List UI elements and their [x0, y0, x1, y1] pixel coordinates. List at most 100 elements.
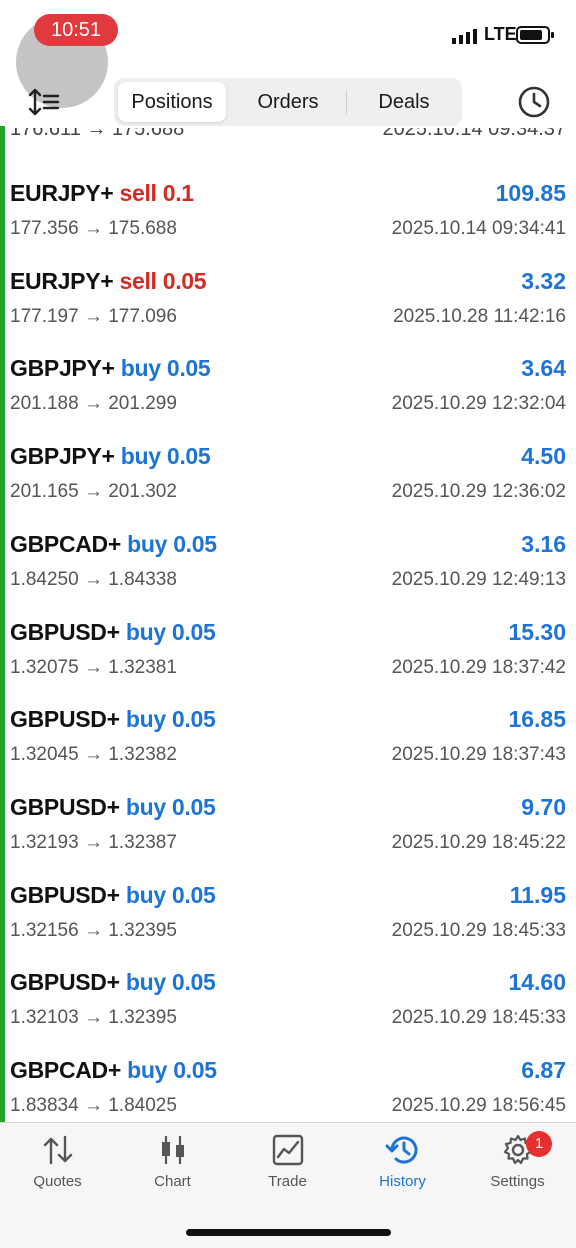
- trade-prices: 1.32193 → 1.32387: [10, 831, 177, 853]
- symbol-name: GBPJPY+: [10, 355, 115, 382]
- trade-datetime: 2025.10.29 12:32:04: [391, 393, 566, 415]
- trade-prices: 201.165 → 201.302: [10, 481, 177, 503]
- trade-profit: 4.50: [521, 443, 566, 470]
- trade-profit: 109.85: [495, 180, 566, 206]
- trade-profit: 3.16: [521, 530, 566, 557]
- tab-quotes[interactable]: Quotes: [0, 1133, 115, 1203]
- table-row[interactable]: GBPUSD+ buy 0.05 16.85 1.32045 → 1.32382 20…: [0, 690, 576, 778]
- table-row[interactable]: GBPUSD+ buy 0.05 11.95 1.32156 → 1.32395 20…: [0, 866, 576, 954]
- symbol-name: GBPCAD+: [10, 1057, 122, 1083]
- trade-side-volume: buy 0.05: [125, 793, 216, 820]
- trade-side-volume: buy 0.05: [125, 881, 216, 908]
- trade-symbol: GBPCAD+ buy 0.05: [10, 531, 217, 558]
- trade-symbol: GBPCAD+ buy 0.05: [10, 1057, 217, 1084]
- tab-history[interactable]: History: [345, 1133, 460, 1203]
- trade-side-volume: buy 0.05: [120, 443, 211, 470]
- chart-icon: [161, 1136, 184, 1164]
- table-row[interactable]: GBPUSD+ buy 0.05 15.30 1.32075 → 1.32381 20…: [0, 603, 576, 691]
- trade-symbol: EURJPY+ sell 0.05: [10, 267, 207, 295]
- signal-icon: [452, 28, 477, 44]
- table-row[interactable]: EURJPY+ sell 0.05 3.32 177.197 → 177.096 20…: [0, 252, 576, 340]
- segment-divider: [346, 90, 347, 114]
- trade-prices: 1.32045 → 1.32382: [10, 744, 177, 766]
- trade-symbol: GBPUSD+ buy 0.05: [10, 969, 216, 996]
- symbol-name: GBPUSD+: [10, 618, 120, 645]
- tab-trade[interactable]: Trade: [230, 1133, 345, 1203]
- trade-symbol: GBPUSD+ buy 0.05: [10, 618, 216, 646]
- trade-side-volume: buy 0.05: [120, 355, 211, 382]
- trade-symbol: GBPUSD+ buy 0.05: [10, 793, 216, 821]
- symbol-name: GBPCAD+: [10, 530, 122, 557]
- trade-side-volume: buy 0.05: [127, 530, 217, 557]
- table-row[interactable]: EURJPY+ sell 0.1 109.85 177.356 → 175.688 2…: [0, 164, 576, 252]
- trade-symbol: GBPUSD+ buy 0.05: [10, 881, 216, 909]
- trade-profit: 14.60: [508, 969, 566, 996]
- history-mode-segmented-control: Positions Orders Deals: [114, 78, 462, 126]
- tab-label-history: History: [379, 1173, 426, 1190]
- table-row[interactable]: GBPUSD+ buy 0.05 9.70 1.32193 → 1.32387 202…: [0, 778, 576, 866]
- trade-datetime: 2025.10.29 12:36:02: [391, 481, 566, 503]
- trade-side-volume: sell 0.1: [119, 180, 194, 206]
- battery-icon: [516, 26, 554, 44]
- trade-prices: 1.32103 → 1.32395: [10, 1007, 177, 1029]
- trade-symbol: EURJPY+ sell 0.1: [10, 180, 194, 207]
- table-row[interactable]: GBPJPY+ buy 0.05 4.50 201.165 → 201.302 202…: [0, 427, 576, 515]
- symbol-name: GBPUSD+: [10, 969, 120, 996]
- tab-settings[interactable]: Settings 1: [460, 1131, 575, 1203]
- trade-side-volume: sell 0.05: [119, 267, 207, 294]
- symbol-name: GBPUSD+: [10, 881, 120, 908]
- trade-prices: 1.32156 → 1.32395: [10, 919, 177, 941]
- open-position-indicator: [0, 126, 5, 1122]
- trade-side-volume: buy 0.05: [127, 1057, 217, 1083]
- table-row-partial[interactable]: 176.611 → 175.688 2025.10.14 09:34:37: [0, 128, 576, 150]
- trade-icon: [272, 1134, 303, 1166]
- trade-side-volume: buy 0.05: [125, 706, 216, 733]
- trade-datetime: 2025.10.28 11:42:16: [393, 305, 566, 327]
- trade-profit: 3.32: [521, 267, 566, 294]
- trade-profit: 15.30: [508, 618, 566, 645]
- trade-datetime: 2025.10.29 18:45:22: [391, 831, 566, 853]
- segment-deals[interactable]: Deals: [350, 82, 458, 122]
- table-row[interactable]: GBPCAD+ buy 0.05 3.16 1.84250 → 1.84338 202…: [0, 515, 576, 603]
- trade-symbol: GBPJPY+ buy 0.05: [10, 355, 211, 382]
- trade-prices: 1.32075 → 1.32381: [10, 656, 177, 678]
- trade-profit: 9.70: [521, 793, 566, 820]
- trade-side-volume: buy 0.05: [125, 969, 216, 996]
- segment-positions[interactable]: Positions: [118, 82, 226, 122]
- trade-datetime: 2025.10.29 18:45:33: [391, 919, 566, 941]
- quotes-icon: [43, 1135, 72, 1165]
- tab-label-settings: Settings: [490, 1173, 545, 1190]
- trade-prices: 1.83834 → 1.84025: [10, 1095, 177, 1116]
- symbol-name: GBPUSD+: [10, 706, 120, 733]
- symbol-name: EURJPY+: [10, 267, 114, 294]
- history-icon: [385, 1136, 417, 1164]
- trade-datetime: 2025.10.29 18:37:43: [391, 744, 566, 766]
- trade-prices: 201.188 → 201.299: [10, 393, 177, 415]
- trade-datetime: 2025.10.29 18:45:33: [391, 1007, 566, 1029]
- tab-label-trade: Trade: [268, 1173, 307, 1190]
- table-row[interactable]: GBPJPY+ buy 0.05 3.64 201.188 → 201.299 202…: [0, 339, 576, 427]
- trade-profit: 6.87: [521, 1057, 566, 1083]
- sort-icon[interactable]: [28, 86, 60, 118]
- notification-badge: 1: [526, 1131, 552, 1157]
- trade-datetime: 2025.10.29 12:49:13: [391, 568, 566, 590]
- trade-profit: 16.85: [508, 706, 566, 733]
- clock-icon[interactable]: [516, 84, 552, 120]
- trade-datetime: 2025.10.29 18:56:45: [391, 1095, 566, 1116]
- tab-label-quotes: Quotes: [33, 1173, 82, 1190]
- history-list[interactable]: 176.611 → 175.688 2025.10.14 09:34:37 EU…: [0, 128, 576, 1122]
- trade-prices: 1.84250 → 1.84338: [10, 568, 177, 590]
- symbol-name: EURJPY+: [10, 180, 114, 206]
- trade-datetime: 2025.10.14 09:34:37: [382, 128, 566, 140]
- table-row[interactable]: GBPUSD+ buy 0.05 14.60 1.32103 → 1.32395 20…: [0, 953, 576, 1041]
- trade-prices: 176.611 → 175.688: [10, 128, 185, 140]
- symbol-name: GBPJPY+: [10, 443, 115, 470]
- network-label: LTE: [484, 24, 517, 44]
- trade-datetime: 2025.10.14 09:34:41: [391, 218, 566, 239]
- trade-symbol: GBPUSD+ buy 0.05: [10, 706, 216, 733]
- tab-label-chart: Chart: [154, 1173, 191, 1190]
- table-row[interactable]: GBPCAD+ buy 0.05 6.87 1.83834 → 1.84025 202…: [0, 1041, 576, 1122]
- tab-chart[interactable]: Chart: [115, 1133, 230, 1203]
- symbol-name: GBPUSD+: [10, 793, 120, 820]
- segment-orders[interactable]: Orders: [232, 82, 344, 122]
